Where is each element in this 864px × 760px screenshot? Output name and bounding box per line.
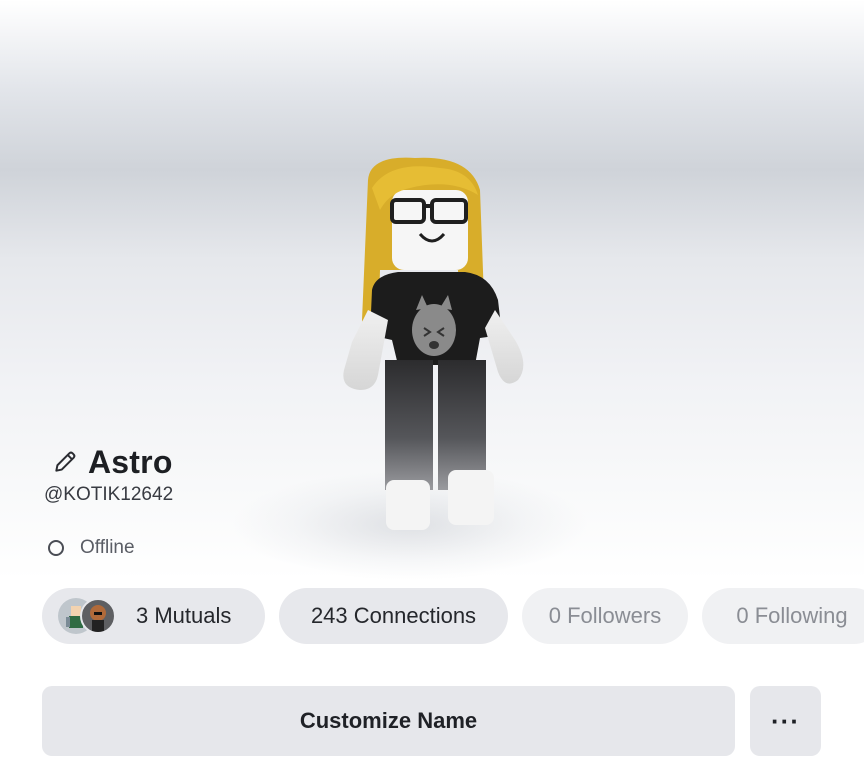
- ellipsis-icon: ···: [771, 705, 800, 736]
- customize-name-button[interactable]: Customize Name: [42, 686, 735, 756]
- following-button[interactable]: 0 Following: [702, 588, 864, 644]
- circle-outline-icon: [48, 540, 64, 556]
- status-label: Offline: [80, 537, 135, 558]
- display-name: Astro: [88, 443, 173, 480]
- mutuals-label: 3 Mutuals: [136, 603, 232, 628]
- followers-button[interactable]: 0 Followers: [522, 588, 688, 644]
- more-options-button[interactable]: ···: [750, 686, 821, 756]
- customize-name-label: Customize Name: [299, 708, 478, 733]
- mutuals-button[interactable]: 3 Mutuals: [42, 588, 265, 644]
- pencil-icon[interactable]: [52, 449, 78, 475]
- following-label: 0 Following: [736, 603, 848, 628]
- connections-label: 243 Connections: [310, 603, 477, 628]
- mutual-avatars: [58, 596, 122, 636]
- followers-label: 0 Followers: [548, 603, 662, 628]
- connections-button[interactable]: 243 Connections: [279, 588, 508, 644]
- display-name-row: Astro: [52, 442, 173, 482]
- avatar-3d-character[interactable]: [330, 150, 550, 540]
- social-stats-bar: 3 Mutuals 243 Connections 0 Followers 0 …: [0, 588, 864, 644]
- mutual-avatar-icon: [80, 598, 116, 634]
- presence-status: Offline: [48, 536, 135, 560]
- username: @KOTIK12642: [44, 484, 174, 505]
